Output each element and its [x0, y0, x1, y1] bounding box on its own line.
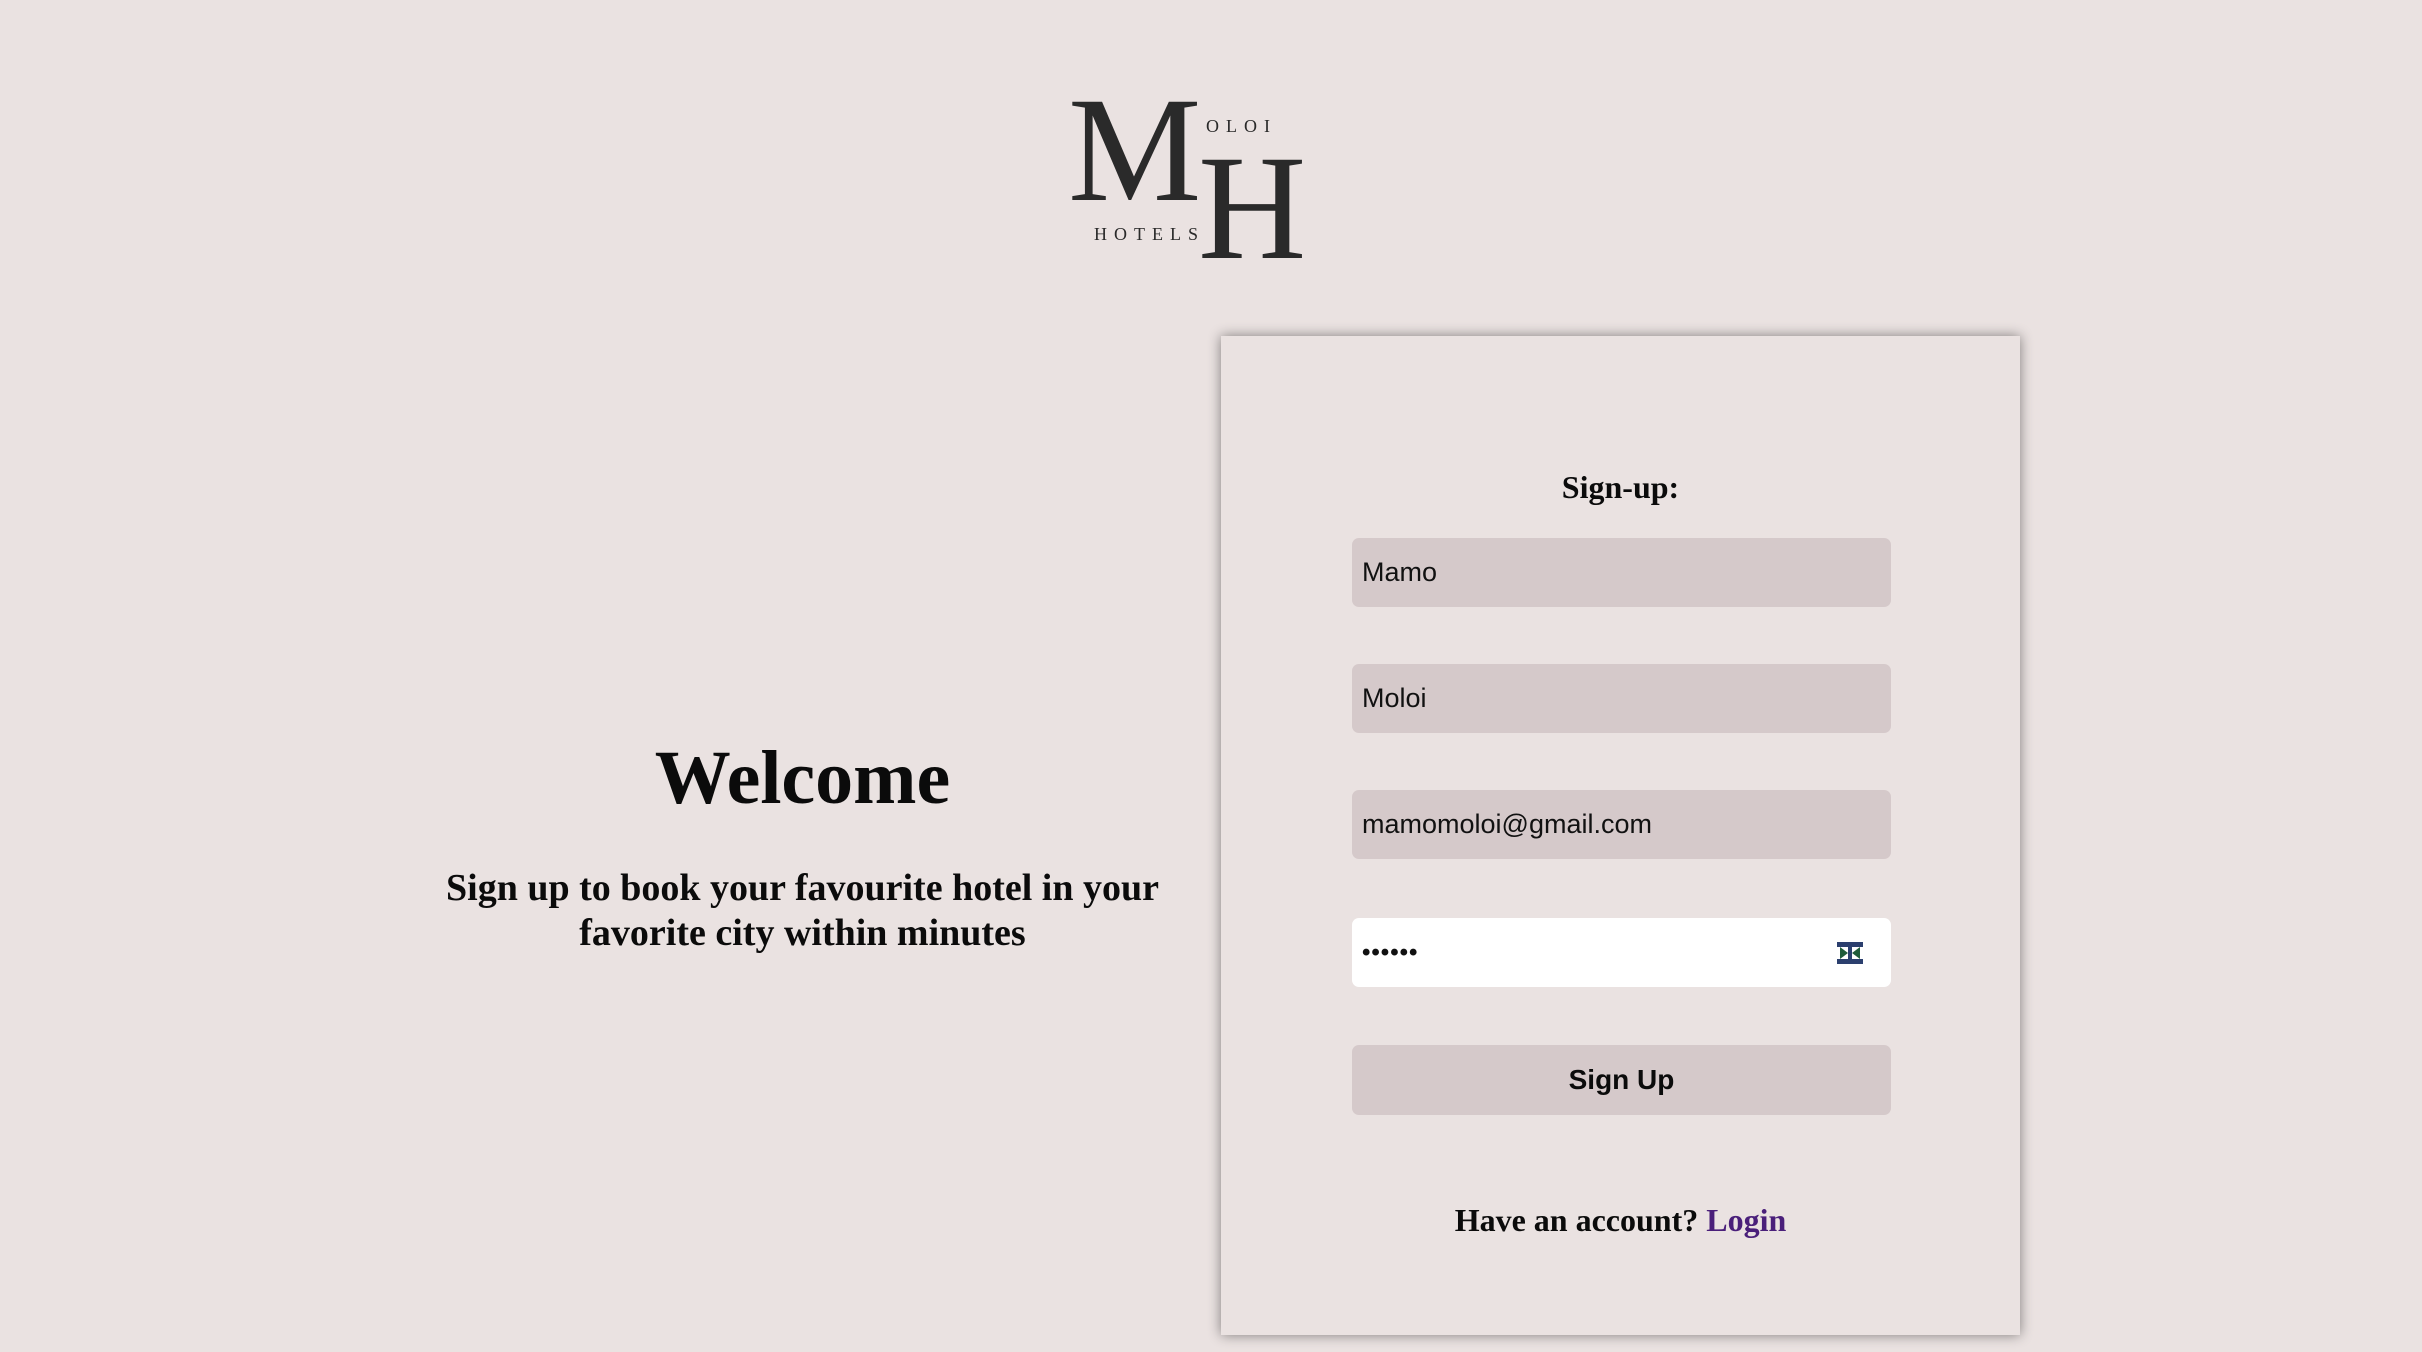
password-input[interactable]: •••••• — [1352, 918, 1891, 987]
email-value: mamomoloi@gmail.com — [1362, 809, 1652, 839]
logo-small-top: OLOI — [1206, 116, 1277, 136]
welcome-subtitle: Sign up to book your favourite hotel in … — [400, 866, 1205, 956]
welcome-subtitle-line1: Sign up to book your favourite hotel in … — [446, 867, 1159, 909]
welcome-title: Welcome — [654, 736, 951, 820]
welcome-subtitle-line2: favorite city within minutes — [579, 912, 1026, 954]
password-mask: •••••• — [1362, 938, 1419, 966]
logo-letter-h: H — [1198, 125, 1306, 270]
last-name-value: Moloi — [1362, 683, 1427, 713]
account-prompt-text: Have an account? — [1454, 1202, 1699, 1238]
brand-logo: M H OLOI HOTELS — [1068, 80, 1328, 270]
first-name-value: Mamo — [1362, 557, 1438, 587]
signup-title: Sign-up: — [1561, 469, 1680, 505]
logo-small-bottom: HOTELS — [1094, 224, 1205, 244]
signup-card: Sign-up: Mamo Moloi mamomoloi@gmail.com … — [1221, 336, 2020, 1335]
last-name-input[interactable]: Moloi — [1352, 664, 1891, 733]
logo-letter-m: M — [1068, 80, 1201, 233]
eye-toggle-icon[interactable] — [1833, 938, 1867, 968]
account-prompt: Have an account? Login — [1221, 1202, 2020, 1239]
signup-button[interactable]: Sign Up — [1352, 1045, 1891, 1115]
email-input[interactable]: mamomoloi@gmail.com — [1352, 790, 1891, 859]
login-link[interactable]: Login — [1706, 1202, 1786, 1238]
welcome-section: Welcome Sign up to book your favourite h… — [400, 740, 1205, 956]
first-name-input[interactable]: Mamo — [1352, 538, 1891, 607]
